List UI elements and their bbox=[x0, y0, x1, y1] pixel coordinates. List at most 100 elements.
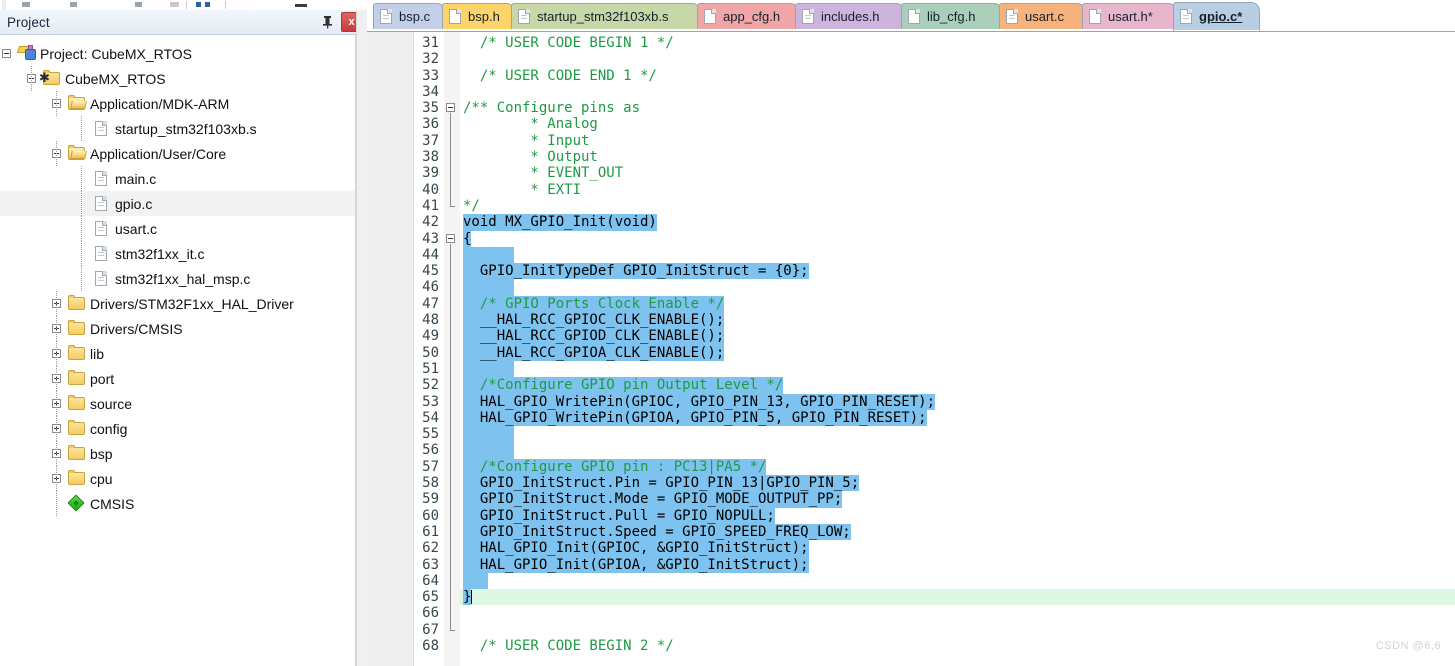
tree-item-label: startup_stm32f103xb.s bbox=[115, 120, 257, 137]
tree-item[interactable]: source bbox=[0, 391, 365, 416]
toolbar-icon-7[interactable] bbox=[295, 4, 307, 7]
line-number: 64 bbox=[422, 572, 439, 589]
toolbar-icon-2[interactable] bbox=[70, 2, 77, 7]
tree-item[interactable]: startup_stm32f103xb.s bbox=[0, 116, 365, 141]
editor-tab[interactable]: startup_stm32f103xb.s bbox=[511, 3, 701, 29]
tree-item[interactable]: Application/MDK-ARM bbox=[0, 91, 365, 116]
line-number: 56 bbox=[422, 442, 439, 459]
tree-item[interactable]: cpu bbox=[0, 466, 365, 491]
code-text bbox=[463, 572, 489, 590]
code-line: 53 HAL_GPIO_WritePin(GPIOC, GPIO_PIN_13,… bbox=[367, 393, 1455, 410]
code-text bbox=[463, 426, 514, 443]
tree-item[interactable]: bsp bbox=[0, 441, 365, 466]
editor-tab[interactable]: app_cfg.h bbox=[697, 3, 799, 29]
tree-item[interactable]: port bbox=[0, 366, 365, 391]
code-text: GPIO_InitTypeDef GPIO_InitStruct = {0}; bbox=[463, 263, 809, 280]
code-line: 43 { bbox=[367, 230, 1455, 247]
tree-item-label: stm32f1xx_hal_msp.c bbox=[115, 270, 251, 287]
fold-range-line bbox=[450, 243, 451, 630]
line-number: 32 bbox=[422, 51, 439, 68]
tree-item-label: main.c bbox=[115, 170, 157, 187]
editor-tab[interactable]: includes.h bbox=[795, 3, 905, 29]
code-line: 48 __HAL_RCC_GPIOC_CLK_ENABLE(); bbox=[367, 312, 1455, 329]
file-icon bbox=[908, 9, 921, 24]
tree-item[interactable]: Drivers/CMSIS bbox=[0, 316, 365, 341]
code-text: /*Configure GPIO pin : PC13|PA5 */ bbox=[463, 458, 767, 476]
code-line: 45 GPIO_InitTypeDef GPIO_InitStruct = {0… bbox=[367, 263, 1455, 280]
fold-toggle-icon[interactable] bbox=[446, 103, 455, 113]
project-tree-list: Project: CubeMX_RTOS ✱ CubeMX_RTOS Applicat… bbox=[0, 35, 365, 516]
code-line: 34 bbox=[367, 84, 1455, 100]
folder-icon bbox=[68, 395, 86, 411]
line-number: 33 bbox=[422, 67, 439, 84]
code-line: 41 */ bbox=[367, 198, 1455, 214]
code-line: 32 bbox=[367, 51, 1455, 67]
tree-item-label: usart.c bbox=[115, 220, 158, 237]
line-number: 59 bbox=[422, 491, 439, 508]
line-number: 37 bbox=[422, 132, 439, 149]
code-line: 46 bbox=[367, 279, 1455, 296]
tree-guide-line bbox=[56, 416, 57, 441]
tree-item[interactable]: Application/User/Core bbox=[0, 141, 365, 166]
tree-item[interactable]: lib bbox=[0, 341, 365, 366]
tree-item[interactable]: Drivers/STM32F1xx_HAL_Driver bbox=[0, 291, 365, 316]
line-number: 61 bbox=[422, 523, 439, 540]
editor-tab[interactable]: usart.h* bbox=[1082, 3, 1177, 29]
editor-tab[interactable]: gpio.c* bbox=[1173, 2, 1260, 31]
toolbar-separator-2 bbox=[225, 1, 226, 9]
editor-tab[interactable]: bsp.h bbox=[442, 3, 515, 29]
tree-item-label: Drivers/CMSIS bbox=[90, 320, 183, 337]
editor-tab[interactable]: bsp.c bbox=[373, 3, 446, 29]
line-number: 55 bbox=[422, 426, 439, 443]
file-icon bbox=[93, 195, 111, 211]
fold-toggle-icon[interactable] bbox=[446, 233, 455, 243]
line-number: 58 bbox=[422, 475, 439, 492]
tree-item[interactable]: ✱ CubeMX_RTOS bbox=[0, 66, 365, 91]
line-number: 48 bbox=[422, 312, 439, 329]
tree-item[interactable]: usart.c bbox=[0, 216, 365, 241]
line-number: 40 bbox=[422, 181, 439, 198]
tree-guide-line bbox=[56, 491, 57, 516]
folder-icon bbox=[68, 420, 86, 436]
toolbar-icon-3[interactable] bbox=[135, 2, 142, 7]
tree-item[interactable]: stm32f1xx_it.c bbox=[0, 241, 365, 266]
tree-item[interactable]: stm32f1xx_hal_msp.c bbox=[0, 266, 365, 291]
toolbar-grip[interactable] bbox=[2, 0, 6, 10]
toolbar-icon-5[interactable] bbox=[196, 2, 201, 7]
toolbar-icon-1[interactable] bbox=[22, 2, 30, 7]
editor-tab[interactable]: lib_cfg.h bbox=[901, 3, 1003, 29]
collapse-icon[interactable] bbox=[2, 49, 11, 58]
tree-item[interactable]: gpio.c bbox=[0, 191, 365, 216]
pin-icon[interactable] bbox=[318, 13, 337, 32]
tree-item-label: Project: CubeMX_RTOS bbox=[40, 45, 192, 62]
code-line: 64 bbox=[367, 572, 1455, 590]
file-icon bbox=[93, 245, 111, 261]
tree-item[interactable]: Project: CubeMX_RTOS bbox=[0, 41, 365, 66]
fold-range-end bbox=[450, 206, 455, 207]
toolbar-icon-6[interactable] bbox=[205, 2, 210, 7]
code-text bbox=[463, 279, 514, 296]
toolbar-icon-4[interactable] bbox=[170, 2, 179, 7]
line-number: 54 bbox=[422, 409, 439, 426]
line-number: 42 bbox=[422, 214, 439, 231]
file-icon bbox=[380, 9, 393, 24]
tree-item[interactable]: main.c bbox=[0, 166, 365, 191]
tree-item-label: gpio.c bbox=[115, 195, 153, 212]
code-line: 31 /* USER CODE BEGIN 1 */ bbox=[367, 35, 1455, 51]
tree-item-label: bsp bbox=[90, 445, 113, 462]
line-number: 41 bbox=[422, 197, 439, 214]
code-text: */ bbox=[463, 197, 480, 214]
code-text: GPIO_InitStruct.Mode = GPIO_MODE_OUTPUT_… bbox=[463, 491, 843, 508]
tree-item[interactable]: config bbox=[0, 416, 365, 441]
editor-tab[interactable]: usart.c bbox=[999, 3, 1086, 29]
line-number: 46 bbox=[422, 279, 439, 296]
editor-tab-label: includes.h bbox=[821, 9, 880, 24]
tree-item[interactable]: CMSIS bbox=[0, 491, 365, 516]
code-editor[interactable]: 31 /* USER CODE BEGIN 1 */32 33 /* USER C… bbox=[367, 32, 1455, 666]
file-icon bbox=[93, 120, 111, 136]
code-text: * Output bbox=[463, 149, 598, 166]
folder-icon bbox=[68, 295, 86, 311]
code-text: * EVENT_OUT bbox=[463, 165, 624, 182]
code-text: HAL_GPIO_WritePin(GPIOA, GPIO_PIN_5, GPI… bbox=[463, 409, 927, 427]
tree-guide-line bbox=[81, 266, 82, 291]
